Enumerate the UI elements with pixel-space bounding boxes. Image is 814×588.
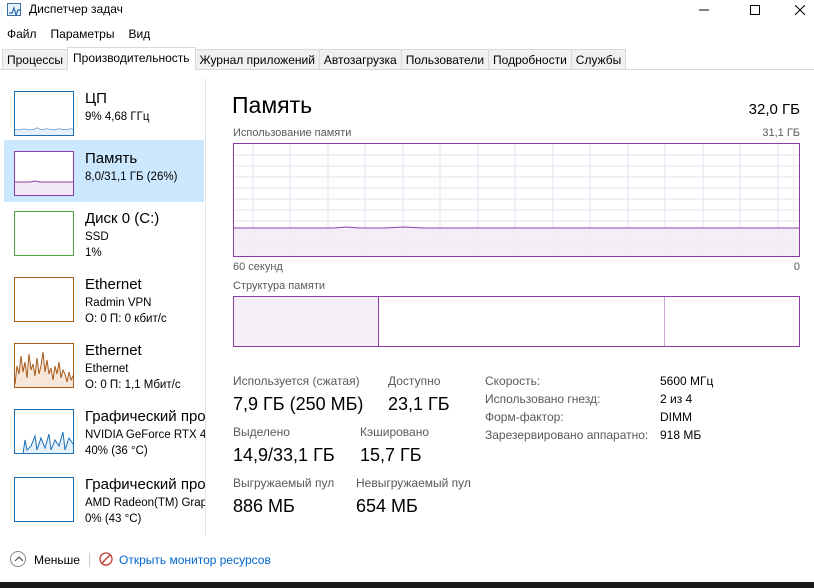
sidebar-item-usage: 40% (36 °C) — [85, 445, 148, 457]
collapse-icon[interactable] — [10, 551, 26, 567]
menu-options[interactable]: Параметры — [44, 24, 122, 44]
sidebar-item-detail: 9% 4,68 ГГц — [85, 111, 150, 123]
usage-graph-label: Использование памяти — [233, 127, 352, 139]
structure-in-use-segment — [234, 297, 379, 346]
sidebar-item-name: Графический про — [85, 476, 206, 493]
memory-usage-graph-canvas — [234, 144, 799, 256]
time-axis-end: 0 — [793, 261, 800, 273]
time-axis-start: 60 секунд — [233, 261, 283, 273]
title-bar: Диспетчер задач — [0, 0, 814, 20]
close-button[interactable] — [778, 0, 814, 20]
nonpaged-pool-label: Невыгружаемый пул — [356, 476, 471, 490]
minimize-button[interactable] — [682, 0, 726, 20]
slots-used-value: 2 из 4 — [660, 392, 693, 406]
cpu-thumbnail-graph — [14, 91, 74, 136]
menu-file[interactable]: Файл — [0, 24, 44, 44]
memory-thumbnail-graph — [14, 151, 74, 196]
total-memory: 32,0 ГБ — [748, 101, 800, 118]
tab-app-history[interactable]: Журнал приложений — [194, 49, 320, 70]
footer: Меньше Открыть монитор ресурсов — [0, 546, 814, 576]
menu-view[interactable]: Вид — [121, 24, 157, 44]
page-title: Память — [232, 92, 313, 118]
sidebar-item-ethernet-radmin[interactable]: Ethernet Radmin VPN О: 0 П: 0 кбит/с — [4, 266, 204, 328]
sidebar-item-gpu-amd[interactable]: Графический про AMD Radeon(TM) Grap 0% (… — [4, 466, 206, 528]
maximize-button[interactable] — [733, 0, 777, 20]
maximize-icon — [750, 5, 760, 15]
available-value: 23,1 ГБ — [388, 394, 450, 414]
tab-startup[interactable]: Автозагрузка — [318, 49, 402, 70]
slots-used-label: Использовано гнезд: — [485, 392, 601, 406]
sidebar-item-detail: Ethernet — [85, 363, 129, 375]
sidebar-item-name: Графический про — [85, 408, 206, 425]
structure-cached-divider — [664, 297, 665, 346]
paged-pool-label: Выгружаемый пул — [233, 476, 335, 490]
memory-usage-graph — [233, 143, 800, 257]
sidebar-item-detail: Radmin VPN — [85, 297, 152, 309]
menu-bar: Файл Параметры Вид — [0, 24, 157, 44]
committed-label: Выделено — [233, 425, 290, 439]
resource-list: ЦП 9% 4,68 ГГц Память 8,0/31,1 ГБ (26%) … — [2, 78, 206, 536]
resource-monitor-icon[interactable] — [99, 552, 113, 566]
window-title: Диспетчер задач — [29, 2, 123, 16]
in-use-value: 7,9 ГБ (250 МБ) — [233, 394, 364, 414]
sidebar-item-gpu-nvidia[interactable]: Графический про NVIDIA GeForce RTX 40 40… — [4, 398, 206, 460]
fewer-details-button[interactable]: Меньше — [34, 553, 80, 567]
sidebar-item-detail: 8,0/31,1 ГБ (26%) — [85, 171, 178, 183]
sidebar-item-name: Память — [85, 150, 138, 167]
memory-structure-bar — [233, 296, 800, 347]
paged-pool-value: 886 МБ — [233, 496, 295, 516]
open-resource-monitor-link[interactable]: Открыть монитор ресурсов — [119, 553, 271, 567]
sidebar-item-name: Ethernet — [85, 342, 142, 359]
minimize-icon — [699, 9, 709, 11]
structure-graph-label: Структура памяти — [233, 280, 326, 292]
form-factor-value: DIMM — [660, 410, 692, 424]
sidebar-item-cpu[interactable]: ЦП 9% 4,68 ГГц — [4, 80, 204, 142]
gpu-thumbnail-graph — [14, 409, 74, 454]
tab-processes[interactable]: Процессы — [2, 49, 69, 70]
close-icon — [795, 5, 805, 15]
sidebar-item-detail: SSD — [85, 231, 109, 243]
tab-services[interactable]: Службы — [570, 49, 627, 70]
tab-users[interactable]: Пользователи — [400, 49, 490, 70]
speed-label: Скорость: — [485, 374, 541, 388]
cached-value: 15,7 ГБ — [360, 445, 422, 465]
disk-thumbnail-graph — [14, 211, 74, 256]
tab-performance[interactable]: Производительность — [67, 47, 196, 70]
ethernet-thumbnail-graph — [14, 343, 74, 388]
ethernet-thumbnail-graph — [14, 277, 74, 322]
sidebar-item-name: Диск 0 (C:) — [85, 210, 160, 227]
form-factor-label: Форм-фактор: — [485, 410, 564, 424]
sidebar-item-detail: NVIDIA GeForce RTX 40 — [85, 429, 206, 441]
gpu-thumbnail-graph — [14, 477, 74, 522]
sidebar-item-name: ЦП — [85, 90, 107, 107]
tab-strip: Процессы Производительность Журнал прило… — [2, 47, 627, 70]
sidebar-item-ethernet[interactable]: Ethernet Ethernet О: 0 П: 1,1 Мбит/с — [4, 332, 204, 394]
usage-graph-max: 31,1 ГБ — [762, 127, 800, 139]
in-use-label: Используется (сжатая) — [233, 374, 360, 388]
sidebar-item-disk[interactable]: Диск 0 (C:) SSD 1% — [4, 200, 204, 262]
speed-value: 5600 МГц — [660, 374, 714, 388]
sidebar-item-throughput: О: 0 П: 0 кбит/с — [85, 313, 167, 325]
sidebar-item-usage: 1% — [85, 247, 102, 259]
sidebar-item-usage: 0% (43 °C) — [85, 513, 142, 525]
hardware-reserved-label: Зарезервировано аппаратно: — [485, 428, 649, 442]
available-label: Доступно — [388, 374, 441, 388]
sidebar-item-memory[interactable]: Память 8,0/31,1 ГБ (26%) — [4, 140, 204, 202]
cached-label: Кэшировано — [360, 425, 430, 439]
task-manager-icon — [7, 3, 21, 17]
tab-details[interactable]: Подробности — [488, 49, 572, 70]
footer-divider — [89, 553, 90, 567]
nonpaged-pool-value: 654 МБ — [356, 496, 418, 516]
hardware-reserved-value: 918 МБ — [660, 428, 702, 442]
sidebar-item-throughput: О: 0 П: 1,1 Мбит/с — [85, 379, 181, 391]
committed-value: 14,9/33,1 ГБ — [233, 445, 335, 465]
taskbar-edge — [0, 582, 814, 588]
sidebar-item-detail: AMD Radeon(TM) Grap — [85, 497, 206, 509]
sidebar-item-name: Ethernet — [85, 276, 142, 293]
